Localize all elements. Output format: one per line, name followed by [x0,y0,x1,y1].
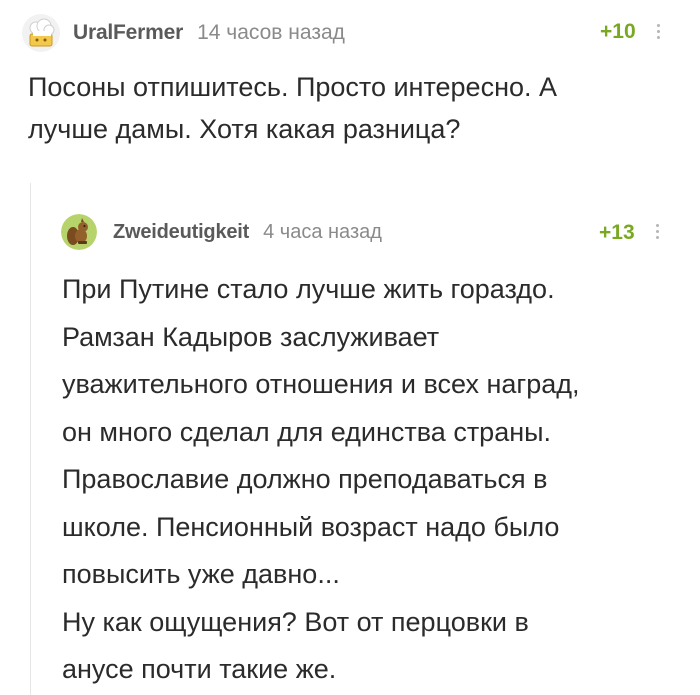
comment-line: повысить уже давно... [62,559,340,589]
comment-header: UralFermer 14 часов назад [22,14,345,52]
comment-line: школе. Пенсионный возраст надо было [62,511,560,542]
comment-line: Рамзан Кадыров заслуживает [62,321,440,352]
comment-header: Zweideutigkeit 4 часа назад [61,214,382,250]
squirrel-avatar-icon [61,214,97,250]
reply-thread-line[interactable] [30,183,31,695]
comment-line: уважительного отношения и всех наград, [62,369,580,399]
comment-author[interactable]: Zweideutigkeit [113,221,249,244]
comment-line: Ну как ощущения? Вот от перцовки в [62,606,529,637]
more-options-icon[interactable] [656,224,659,239]
comment-line: Посоны отпишитесь. Просто интересно. А [28,72,558,102]
chef-hat-avatar-icon [22,14,60,52]
user-avatar[interactable] [61,214,97,250]
comment-rating: +10 [600,20,636,43]
comment-line: анусе почти такие же. [62,654,337,684]
comment-timestamp[interactable]: 4 часа назад [263,221,382,244]
comment-rating: +13 [599,221,635,244]
comment-body: При Путине стало лучше жить гораздо. Рам… [62,266,580,694]
user-avatar[interactable] [22,14,60,52]
comment-timestamp[interactable]: 14 часов назад [197,21,345,45]
comment-line: Православие должно преподаваться в [62,464,548,494]
comment-line: При Путине стало лучше жить гораздо. [62,274,555,304]
more-options-icon[interactable] [657,24,660,39]
comment-body: Посоны отпишитесь. Просто интересно. А л… [28,66,557,150]
comment-line: лучше дамы. Хотя какая разница? [28,114,461,144]
comment-line: он много сделал для единства страны. [62,416,552,447]
comment-author[interactable]: UralFermer [73,21,183,45]
